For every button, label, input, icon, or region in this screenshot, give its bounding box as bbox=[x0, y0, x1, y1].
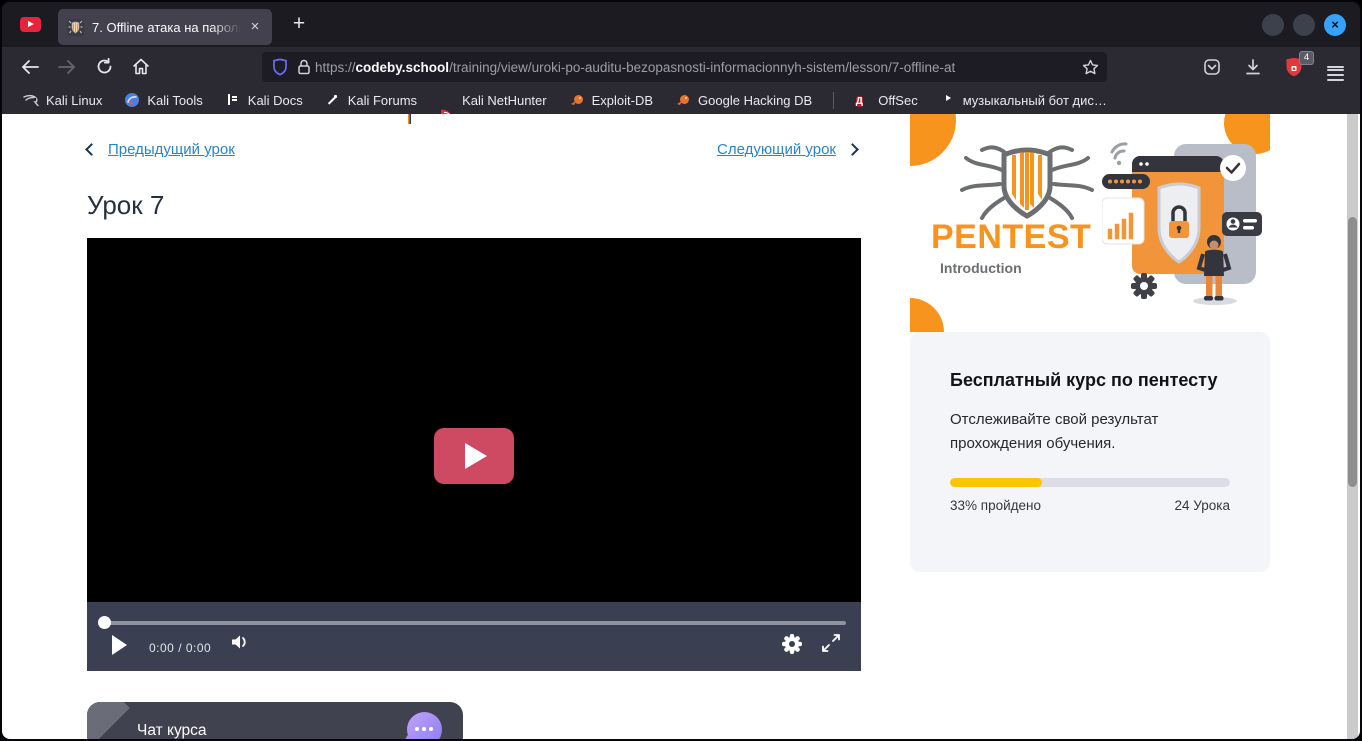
lesson-title: Урок 7 bbox=[87, 190, 164, 221]
scrollbar-thumb[interactable] bbox=[1348, 217, 1357, 487]
url-scheme: https:// bbox=[315, 60, 356, 75]
kali-linux-icon bbox=[23, 92, 39, 108]
time-display: 0:00 / 0:00 bbox=[149, 641, 211, 655]
next-lesson-link[interactable]: Следующий урок bbox=[717, 141, 857, 158]
orange-blob-decoration bbox=[910, 114, 956, 166]
home-button[interactable] bbox=[126, 52, 156, 82]
video-controls-bar: 0:00 / 0:00 bbox=[87, 602, 861, 671]
course-banner[interactable]: PENTEST Introduction bbox=[910, 114, 1270, 332]
kali-tools-icon bbox=[124, 92, 140, 108]
url-text[interactable]: https://codeby.school/training/view/urok… bbox=[315, 60, 1082, 75]
chat-title: Чат курса bbox=[137, 722, 207, 740]
previous-lesson-link[interactable]: Предыдущий урок bbox=[87, 141, 235, 158]
pentest-spider-logo-icon bbox=[952, 142, 1102, 222]
navigation-toolbar: https://codeby.school/training/view/urok… bbox=[2, 47, 1360, 86]
course-progress-card: Бесплатный курс по пентесту Отслеживайте… bbox=[910, 332, 1270, 572]
bookmark-google-hacking-db[interactable]: Google Hacking DB bbox=[666, 89, 821, 111]
page-content: Предыдущий урок Следующий урок Урок 7 0:… bbox=[2, 114, 1360, 741]
tab-close-button[interactable]: × bbox=[244, 16, 266, 38]
bookmark-kali-docs[interactable]: Kali Docs bbox=[216, 89, 312, 111]
back-button[interactable] bbox=[15, 52, 45, 82]
url-bar[interactable]: https://codeby.school/training/view/urok… bbox=[262, 52, 1107, 82]
pinned-tab-youtube[interactable] bbox=[2, 2, 58, 47]
adblock-extension-icon[interactable]: 4 bbox=[1281, 54, 1307, 80]
youtube-icon bbox=[20, 17, 41, 32]
forward-button[interactable] bbox=[52, 52, 82, 82]
kali-forums-icon bbox=[325, 92, 341, 108]
big-play-button[interactable] bbox=[434, 428, 514, 484]
orange-blob-decoration bbox=[910, 298, 944, 332]
tracking-protection-shield-icon[interactable] bbox=[272, 58, 288, 76]
pentest-illustration bbox=[1102, 136, 1264, 308]
video-player: 0:00 / 0:00 bbox=[87, 238, 861, 671]
seek-bar[interactable] bbox=[102, 621, 846, 625]
bookmark-star-icon[interactable] bbox=[1082, 59, 1099, 76]
course-chat-widget[interactable]: Чат курса bbox=[87, 702, 463, 741]
kali-nethunter-icon bbox=[439, 92, 455, 108]
active-tab[interactable]: 7. Offline атака на пароли × bbox=[58, 9, 272, 45]
bookmark-exploit-db[interactable]: Exploit-DB bbox=[560, 89, 662, 111]
course-description: Отслеживайте свой результат прохождения … bbox=[950, 408, 1230, 456]
bookmark-offsec[interactable]: Д OffSec bbox=[846, 89, 927, 111]
chevron-left-icon bbox=[85, 143, 98, 156]
chevron-right-icon bbox=[846, 143, 859, 156]
pocket-icon[interactable] bbox=[1199, 54, 1225, 80]
video-screen[interactable] bbox=[87, 238, 861, 602]
banner-brand-text: PENTEST bbox=[931, 218, 1091, 257]
lessons-count-label: 24 Урока bbox=[1175, 498, 1230, 513]
course-title: Бесплатный курс по пентесту bbox=[950, 368, 1230, 393]
chat-card-fold bbox=[87, 702, 130, 741]
tab-title: 7. Offline атака на пароли bbox=[92, 20, 244, 35]
bookmarks-bar: Kali Linux Kali Tools Kali Docs Kali For… bbox=[2, 86, 1360, 114]
chat-bubble-icon[interactable] bbox=[407, 712, 442, 741]
progress-percent-label: 33% пройдено bbox=[950, 498, 1041, 513]
menu-icon[interactable] bbox=[1322, 54, 1348, 80]
titlebar: 7. Offline атака на пароли × + × bbox=[2, 2, 1360, 47]
page-scrollbar[interactable] bbox=[1347, 114, 1358, 741]
bookmark-music-bot[interactable]: музыкальный бот дис… bbox=[931, 89, 1116, 111]
codeby-favicon-icon bbox=[67, 19, 84, 36]
fullscreen-icon[interactable] bbox=[821, 633, 841, 653]
banner-subtitle-text: Introduction bbox=[940, 260, 1022, 276]
google-hacking-db-icon bbox=[675, 92, 691, 108]
bookmark-kali-forums[interactable]: Kali Forums bbox=[316, 89, 426, 111]
settings-gear-icon[interactable] bbox=[781, 633, 803, 655]
progress-fill bbox=[950, 478, 1042, 487]
offsec-icon: Д bbox=[855, 92, 871, 108]
extension-badge: 4 bbox=[1299, 51, 1314, 65]
reload-button[interactable] bbox=[89, 52, 119, 82]
lock-icon[interactable] bbox=[297, 59, 311, 75]
exploit-db-icon bbox=[569, 92, 585, 108]
url-host: codeby.school bbox=[356, 60, 450, 75]
maximize-button[interactable] bbox=[1293, 14, 1315, 36]
url-path: /training/view/uroki-po-auditu-bezopasno… bbox=[449, 60, 955, 75]
play-button[interactable] bbox=[112, 635, 127, 655]
bookmark-kali-nethunter[interactable]: Kali NetHunter bbox=[430, 89, 556, 111]
kali-docs-icon bbox=[225, 92, 241, 108]
window-controls: × bbox=[1262, 14, 1360, 36]
seek-handle[interactable] bbox=[98, 616, 111, 629]
progress-bar bbox=[950, 478, 1230, 487]
bookmarks-separator bbox=[833, 92, 834, 109]
bookmark-kali-tools[interactable]: Kali Tools bbox=[115, 89, 211, 111]
minimize-button[interactable] bbox=[1262, 14, 1284, 36]
close-window-button[interactable]: × bbox=[1324, 14, 1346, 36]
downloads-icon[interactable] bbox=[1240, 54, 1266, 80]
clipped-heading-fragment bbox=[408, 114, 411, 124]
new-tab-button[interactable]: + bbox=[282, 8, 316, 42]
volume-icon[interactable] bbox=[230, 633, 251, 651]
bookmark-kali-linux[interactable]: Kali Linux bbox=[14, 89, 111, 111]
browser-window: 7. Offline атака на пароли × + × bbox=[0, 0, 1362, 741]
youtube-bookmark-icon bbox=[940, 92, 956, 108]
